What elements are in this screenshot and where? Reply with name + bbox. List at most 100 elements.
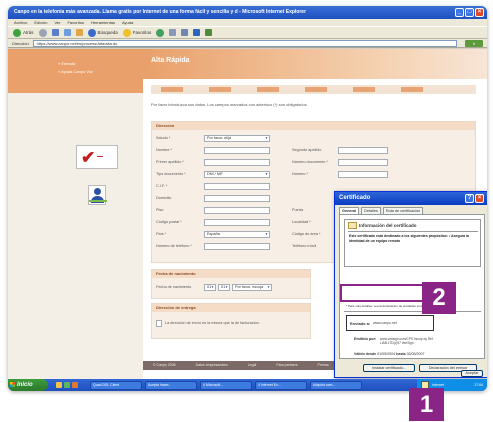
home-icon[interactable] (75, 29, 83, 36)
footer-link[interactable]: Datos empresariales (196, 361, 228, 370)
delivery-section: Dirección de entrega La dirección de env… (151, 303, 311, 339)
tab-detalles[interactable]: Detalles (361, 207, 381, 214)
piso-input[interactable] (204, 207, 270, 214)
field-cp: Código postal * (156, 219, 276, 226)
close-dialog-button[interactable]: × (475, 194, 484, 203)
menu-ver[interactable]: Ver (54, 19, 60, 26)
link-entrada[interactable]: » Entrada (58, 61, 75, 66)
num-doc-input[interactable] (338, 159, 388, 166)
desktop-quicklaunch-icon[interactable] (64, 382, 70, 388)
accept-button[interactable]: Aceptar (461, 370, 483, 377)
history-icon[interactable] (156, 28, 165, 37)
field-apellido2: Segundo apellido (292, 147, 402, 154)
maximize-button[interactable]: □ (465, 8, 474, 17)
menu-favoritos[interactable]: Favoritos (67, 19, 83, 26)
certificate-title: Certificado (339, 195, 371, 201)
domicilio-input[interactable] (204, 195, 270, 202)
tab-general[interactable]: General (339, 207, 360, 214)
apellido1-input[interactable] (204, 159, 270, 166)
step-marker (209, 87, 231, 92)
favorites-button[interactable]: Favoritos (122, 28, 151, 37)
field-cif: C.I.F. * (156, 183, 276, 190)
media-quicklaunch-icon[interactable] (72, 382, 78, 388)
birth-day-select[interactable]: 01 (204, 284, 216, 291)
certificate-note: * Para más detalles, vea la declaración … (346, 304, 450, 308)
task-button[interactable]: Adquirir.com... (310, 380, 362, 390)
task-button[interactable]: 4 Microsoft... (200, 380, 252, 390)
certificate-tabs: General Detalles Ruta de certificación (339, 207, 424, 214)
edit-icon[interactable] (193, 29, 201, 36)
same-address-checkbox[interactable] (156, 320, 162, 327)
search-button[interactable]: Búsqueda (87, 28, 118, 37)
step-marker (305, 87, 327, 92)
valid-from-value: 01/05/2004 (377, 352, 396, 356)
same-address-label: La dirección de envío es la misma que la… (165, 321, 260, 325)
valid-to-label: hasta (396, 352, 406, 356)
certificate-icon (348, 222, 357, 229)
pais-select[interactable]: España (204, 231, 270, 238)
back-button[interactable]: Atrás (13, 28, 34, 37)
stop-icon[interactable] (51, 29, 59, 36)
birth-month-select[interactable]: 01 (218, 284, 230, 291)
issued-by-value: www.verisign.com/CPS Incorp.by Ref. LIAB… (380, 337, 434, 345)
task-button[interactable]: Quad DSL Client (90, 380, 142, 390)
certificate-info-box: Información del certificado Este certifi… (344, 219, 481, 267)
menu-edicion[interactable]: Edición (34, 19, 47, 26)
refresh-icon[interactable] (63, 29, 71, 36)
numero-input[interactable] (338, 171, 388, 178)
address-input[interactable]: https://www.canpo.net/es/process/Alta/al… (32, 39, 457, 47)
address-section-title: Dirección (152, 122, 475, 130)
print-icon[interactable] (181, 29, 189, 36)
callout-1: 1 (409, 388, 444, 421)
help-button[interactable]: ? (465, 194, 474, 203)
field-domicilio: Domicilio (156, 195, 276, 202)
go-button[interactable]: Ir (465, 40, 483, 47)
saludo-select[interactable]: Por favor, elija (204, 135, 270, 142)
issued-to-value: www.canpo.net (373, 321, 397, 325)
step-marker (161, 87, 183, 92)
menu-herramientas[interactable]: Herramientas (91, 19, 115, 26)
tipo-doc-select[interactable]: DNI / NIF (204, 171, 270, 178)
footer-link[interactable]: Prensa (318, 361, 329, 370)
mail-icon[interactable] (169, 29, 177, 36)
trust-seal-logo[interactable]: ✔ ▬▬ (76, 145, 118, 169)
browser-menubar: Archivo Edición Ver Favoritos Herramient… (8, 19, 487, 26)
cp-input[interactable] (204, 219, 270, 226)
ie-quicklaunch-icon[interactable] (56, 382, 62, 388)
cif-input[interactable] (204, 183, 270, 190)
tab-ruta[interactable]: Ruta de certificación (382, 207, 424, 214)
back-label: Atrás (23, 30, 34, 35)
start-button[interactable]: Inicio (8, 379, 48, 391)
browser-title: Canpo en la telefonia más avanzada. Llam… (14, 9, 307, 15)
issued-to-label: Enviado a: (350, 321, 371, 326)
field-piso: Piso (156, 207, 276, 214)
telefono-input[interactable] (204, 243, 270, 250)
apellido2-input[interactable] (338, 147, 388, 154)
task-button[interactable]: 4 Internet Ex... (255, 380, 307, 390)
field-birth: Fecha de nacimiento 01 01 Por favor, esc… (156, 284, 306, 291)
callout-2: 2 (422, 282, 456, 314)
left-header: » Entrada » Ayuda Canpo Voz (8, 49, 143, 93)
field-saludo: Saludo * Por favor, elija (156, 135, 276, 142)
field-numero: Número * (292, 171, 402, 178)
tray-label: Internet (432, 383, 444, 387)
close-button[interactable]: × (475, 8, 484, 17)
install-certificate-button[interactable]: Instalar certificado... (363, 364, 415, 372)
screenshot-frame: Canpo en la telefonia más avanzada. Llam… (8, 6, 487, 391)
certificate-purpose: Este certificado está destinado a los si… (349, 234, 469, 243)
forward-arrow-icon[interactable] (38, 28, 47, 37)
birth-year-select[interactable]: Por favor, escoja (232, 284, 272, 291)
task-button[interactable]: Acepta hacer... (145, 380, 197, 390)
intro-text: Por favor introduzca sus datos. Los camp… (151, 102, 308, 107)
minimize-button[interactable]: _ (455, 8, 464, 17)
address-bar: Dirección https://www.canpo.net/es/proce… (8, 39, 487, 48)
menu-archivo[interactable]: Archivo (14, 19, 27, 26)
search-icon (87, 28, 96, 37)
nombre-input[interactable] (204, 147, 270, 154)
messenger-icon[interactable] (205, 29, 213, 36)
footer-link[interactable]: Legal (248, 361, 257, 370)
link-ayuda[interactable]: » Ayuda Canpo Voz (58, 69, 93, 74)
star-icon (122, 28, 131, 37)
footer-link[interactable]: Para partners (276, 361, 297, 370)
menu-ayuda[interactable]: Ayuda (122, 19, 133, 26)
